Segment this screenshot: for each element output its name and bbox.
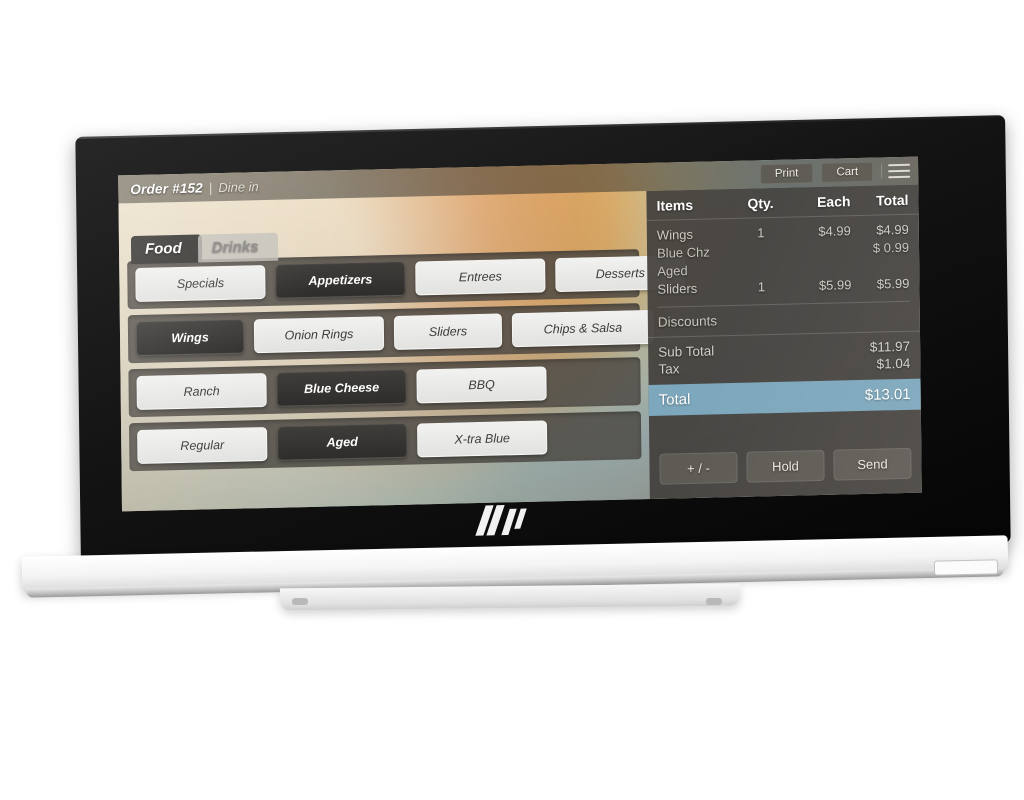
order-type: Dine in (218, 178, 259, 195)
button-xtra-blue[interactable]: X-tra Blue (417, 420, 548, 458)
tab-food[interactable]: Food (130, 234, 202, 265)
header-items: Items (656, 196, 694, 214)
sauce-row: Ranch Blue Cheese BBQ (128, 357, 641, 418)
send-button[interactable]: Send (833, 447, 912, 481)
line-qty: 1 (757, 225, 765, 241)
cart-button[interactable]: Cart (821, 161, 874, 183)
button-bbq[interactable]: BBQ (416, 366, 547, 404)
line-each: $4.99 (818, 223, 851, 239)
line-name: Wings (656, 226, 694, 243)
button-ranch[interactable]: Ranch (136, 372, 267, 411)
menu-panel: Food Drinks Specials Appetizers Entrees … (119, 191, 686, 511)
hold-button[interactable]: Hold (746, 449, 825, 483)
header-qty: Qty. (747, 194, 774, 212)
item-row: Wings Onion Rings Sliders Chips & Salsa (127, 303, 655, 364)
button-aged[interactable]: Aged (277, 423, 408, 461)
line-each (789, 240, 851, 259)
print-button[interactable]: Print (759, 163, 814, 185)
line-total (851, 257, 909, 276)
subtotal-value: $11.97 (869, 338, 911, 355)
line-qty (733, 260, 789, 279)
line-total: $4.99 (876, 221, 909, 238)
topbar-actions: Print Cart (759, 161, 911, 185)
line-qty (733, 242, 789, 261)
button-regular[interactable]: Regular (137, 426, 268, 465)
tax-label: Tax (658, 361, 680, 377)
line-each: $5.99 (818, 277, 852, 293)
receipt-actions: + / - Hold Send (649, 438, 922, 499)
line-name: Blue Chz (656, 244, 710, 261)
device-stand (279, 583, 741, 611)
tax-value: $1.04 (876, 355, 911, 372)
hp-pos-terminal: Order #152 | Dine in Print Cart Food Dri… (0, 0, 1024, 800)
receipt-lines: Wings 1 $4.99 $4.99 Blue Chz $ 0.99 Aged (647, 215, 920, 303)
button-onion-rings[interactable]: Onion Rings (253, 316, 385, 354)
stand-foot-right (705, 597, 723, 606)
stand-foot-left (291, 597, 309, 606)
header-total: Total (875, 191, 909, 209)
line-each (789, 258, 851, 277)
modifier-row: Regular Aged X-tra Blue (129, 411, 642, 472)
button-specials[interactable]: Specials (135, 264, 266, 303)
line-name: Aged (657, 263, 688, 279)
line-qty: 1 (757, 279, 766, 295)
total-value: $13.01 (864, 385, 911, 404)
receipt-panel: Items Qty. Each Total Wings 1 $4.99 $4.9… (646, 184, 922, 499)
menu-tabs: Food Drinks (130, 232, 279, 265)
hamburger-menu-icon[interactable] (881, 163, 911, 179)
order-number: Order #152 (130, 179, 203, 197)
button-blue-cheese[interactable]: Blue Cheese (276, 369, 407, 407)
device-port (933, 559, 999, 576)
button-wings[interactable]: Wings (135, 319, 245, 357)
button-entrees[interactable]: Entrees (415, 258, 546, 296)
tab-drinks[interactable]: Drinks (197, 232, 279, 263)
order-separator: | (208, 179, 213, 195)
button-chips-and-salsa[interactable]: Chips & Salsa (511, 309, 655, 348)
totals-section: Sub Total $11.97 Tax $1.04 (648, 332, 920, 383)
plus-minus-button[interactable]: + / - (659, 451, 738, 485)
button-sliders[interactable]: Sliders (393, 313, 503, 350)
line-name: Sliders (657, 280, 698, 297)
button-appetizers[interactable]: Appetizers (275, 261, 406, 299)
hp-logo (474, 502, 539, 537)
total-label: Total (658, 391, 691, 409)
line-total: $ 0.99 (872, 239, 910, 256)
header-each: Each (816, 193, 851, 210)
line-total: $5.99 (876, 275, 910, 292)
pos-screen: Order #152 | Dine in Print Cart Food Dri… (118, 156, 922, 512)
total-row: Total $13.01 (648, 378, 921, 416)
